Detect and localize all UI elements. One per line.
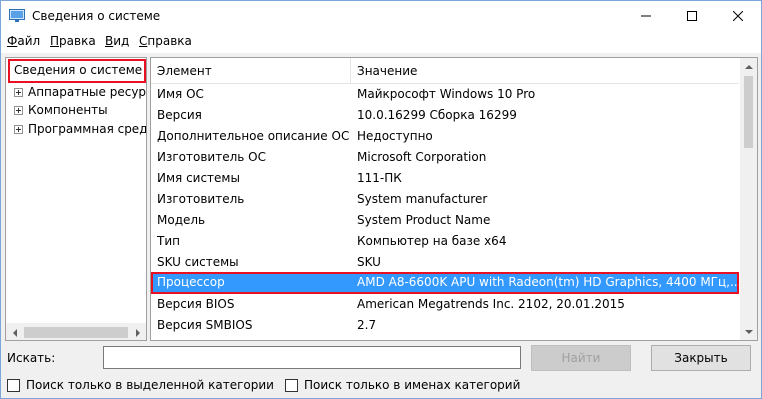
table-row[interactable]: Имя ОС Майкрософт Windows 10 Pro — [151, 84, 739, 105]
expand-icon[interactable] — [14, 87, 23, 97]
tree-node-label: Компоненты — [28, 103, 108, 117]
minimize-icon — [641, 15, 651, 17]
tree-node-label: Аппаратные ресурсы — [28, 85, 147, 99]
scrollbar-thumb[interactable] — [744, 76, 753, 148]
chevron-up-icon — [744, 64, 753, 69]
menu-file[interactable]: Файл — [7, 34, 40, 48]
chevron-right-icon — [135, 328, 140, 337]
row-value: SKU — [357, 255, 381, 269]
row-value: American Megatrends Inc. 2102, 20.01.201… — [357, 297, 625, 311]
search-category-names-checkbox[interactable]: Поиск только в именах категорий — [285, 377, 520, 393]
chevron-left-icon — [12, 328, 17, 337]
table-row-selected[interactable]: Процессор AMD A8-6600K APU with Radeon(tm… — [151, 272, 742, 294]
menu-help-label: правка — [147, 34, 192, 48]
menu-help[interactable]: Справка — [139, 34, 192, 48]
row-item: Дополнительное описание ОС — [157, 129, 350, 143]
checkbox-box[interactable] — [285, 378, 298, 392]
system-information-window: Сведения о системе Файл Правка Вид Справ… — [0, 0, 762, 399]
table-row[interactable]: Дополнительное описание ОС Недоступно — [151, 126, 739, 147]
close-icon — [733, 11, 743, 21]
close-button[interactable] — [715, 1, 761, 31]
checkbox-label: Поиск только в именах категорий — [304, 378, 521, 392]
row-value: 2.7 — [357, 318, 377, 332]
row-value: System Product Name — [357, 213, 491, 227]
menu-edit[interactable]: Правка — [50, 34, 96, 48]
details-list[interactable]: Элемент Значение Имя ОС Майкрософт Window… — [150, 57, 758, 341]
row-item: Имя ОС — [157, 87, 204, 101]
column-header-item[interactable]: Элемент — [157, 64, 212, 78]
scroll-up-arrow[interactable] — [740, 58, 757, 75]
row-value: System manufacturer — [357, 192, 488, 206]
column-header-value[interactable]: Значение — [357, 64, 417, 78]
menu-view-label: ид — [113, 34, 130, 48]
chevron-down-icon — [744, 329, 753, 334]
row-item: Изготовитель ОС — [157, 150, 266, 164]
scroll-down-arrow[interactable] — [740, 323, 757, 340]
search-selected-category-checkbox[interactable]: Поиск только в выделенной категории — [7, 377, 274, 393]
search-label: Искать: — [7, 351, 56, 365]
window-title: Сведения о системе — [32, 9, 161, 23]
category-tree[interactable]: Сведения о системе Аппаратные ресурсы Ко… — [5, 57, 147, 341]
tree-root-system-summary[interactable]: Сведения о системе — [8, 59, 146, 83]
row-item: Процессор — [157, 275, 225, 289]
menu-file-accel: Ф — [7, 34, 18, 48]
table-row[interactable]: Версия SMBIOS 2.7 — [151, 315, 739, 336]
table-row[interactable]: Имя системы 111-ПК — [151, 168, 739, 189]
menu-edit-label: равка — [59, 34, 96, 48]
checkbox-box[interactable] — [7, 378, 20, 392]
minimize-button[interactable] — [623, 1, 669, 31]
table-row[interactable]: Изготовитель ОС Microsoft Corporation — [151, 147, 739, 168]
row-item: Имя системы — [157, 171, 240, 185]
row-value: 111-ПК — [357, 171, 402, 185]
tree-node-label: Программная среда — [28, 122, 147, 136]
table-row[interactable]: SKU системы SKU — [151, 252, 739, 273]
table-row[interactable]: Тип Компьютер на базе x64 — [151, 231, 739, 252]
row-value: Microsoft Corporation — [357, 150, 487, 164]
maximize-icon — [687, 11, 697, 21]
table-row[interactable]: Версия 10.0.16299 Сборка 16299 — [151, 105, 739, 126]
menu-view[interactable]: Вид — [105, 34, 129, 48]
scroll-right-arrow[interactable] — [129, 324, 146, 340]
row-item: Версия BIOS — [157, 297, 235, 311]
tree-node-components[interactable]: Компоненты — [14, 101, 108, 119]
system-info-app-icon — [9, 9, 25, 22]
tree-horizontal-scrollbar[interactable] — [6, 323, 146, 340]
row-value: AMD A8-6600K APU with Radeon(tm) HD Grap… — [357, 275, 742, 289]
table-row[interactable]: Версия BIOS American Megatrends Inc. 2102… — [151, 294, 739, 315]
scrollbar-thumb[interactable] — [24, 327, 128, 338]
maximize-button[interactable] — [669, 1, 715, 31]
row-item: Модель — [157, 213, 206, 227]
row-item: Версия — [157, 108, 202, 122]
scroll-left-arrow[interactable] — [6, 324, 23, 340]
menu-bar: Файл Правка Вид Справка — [1, 31, 761, 53]
table-row[interactable]: Изготовитель System manufacturer — [151, 189, 739, 210]
list-header: Элемент Значение — [151, 58, 739, 84]
row-item: Версия SMBIOS — [157, 318, 253, 332]
expand-icon[interactable] — [14, 124, 23, 134]
close-search-button[interactable]: Закрыть — [651, 345, 751, 371]
row-item: Тип — [157, 234, 180, 248]
row-value: Майкрософт Windows 10 Pro — [357, 87, 536, 101]
menu-file-label: айл — [17, 34, 41, 48]
table-row[interactable]: Модель System Product Name — [151, 210, 739, 231]
column-divider[interactable] — [350, 58, 351, 83]
row-item: SKU системы — [157, 255, 239, 269]
checkbox-label: Поиск только в выделенной категории — [26, 378, 274, 392]
search-input[interactable] — [103, 346, 521, 369]
row-item: Изготовитель — [157, 192, 245, 206]
row-value: Недоступно — [357, 129, 433, 143]
menu-edit-accel: П — [50, 34, 60, 48]
row-value: 10.0.16299 Сборка 16299 — [357, 108, 517, 122]
expand-icon[interactable] — [14, 105, 23, 115]
find-button[interactable]: Найти — [531, 345, 631, 371]
tree-node-software-environment[interactable]: Программная среда — [14, 120, 147, 138]
tree-node-hardware-resources[interactable]: Аппаратные ресурсы — [14, 83, 147, 101]
menu-view-accel: В — [105, 34, 114, 48]
list-vertical-scrollbar[interactable] — [740, 58, 757, 340]
title-bar: Сведения о системе — [1, 1, 761, 31]
row-value: Компьютер на базе x64 — [357, 234, 507, 248]
